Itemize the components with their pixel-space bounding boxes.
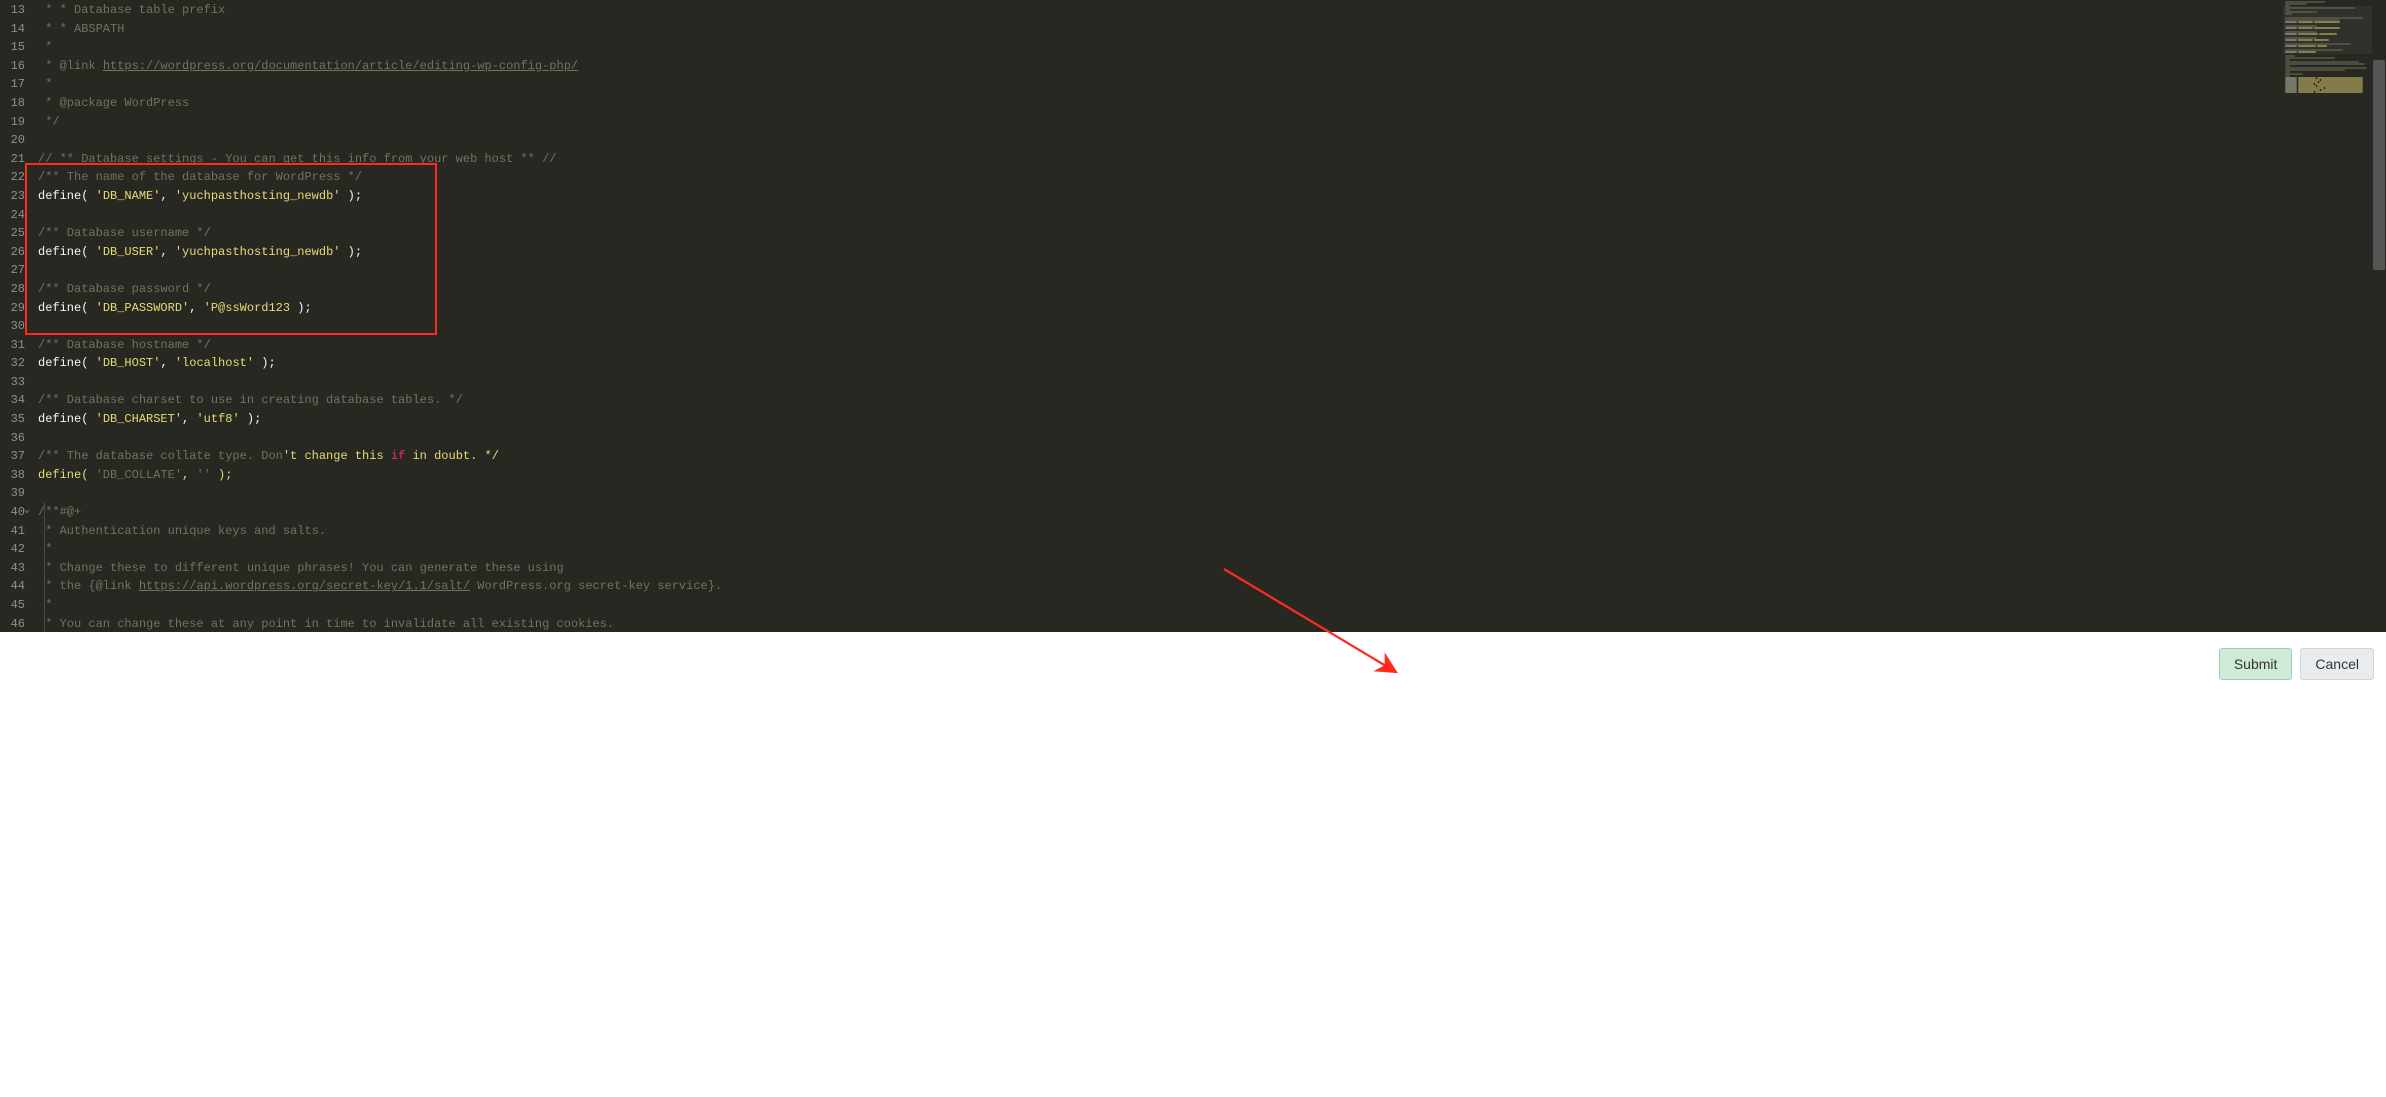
submit-button[interactable]: Submit xyxy=(2219,648,2293,680)
fold-cell xyxy=(20,19,34,38)
code-line[interactable]: define( 'DB_PASSWORD', 'P@ssWord123 ); xyxy=(38,299,2283,318)
code-line[interactable] xyxy=(38,206,2283,225)
fold-cell xyxy=(20,595,34,614)
fold-cell xyxy=(20,446,34,465)
fold-cell xyxy=(20,409,34,428)
fold-cell xyxy=(20,149,34,168)
code-line[interactable]: define( 'DB_CHARSET', 'utf8' ); xyxy=(38,410,2283,429)
fold-cell xyxy=(20,335,34,354)
fold-cell xyxy=(20,260,34,279)
footer-bar: Submit Cancel xyxy=(0,632,2386,696)
code-editor[interactable]: 1314151617181920212223242526272829303132… xyxy=(0,0,2386,632)
fold-cell xyxy=(20,205,34,224)
code-line[interactable]: // ** Database settings - You can get th… xyxy=(38,150,2283,169)
code-line[interactable]: /** The database collate type. Don't cha… xyxy=(38,447,2283,466)
fold-toggle-icon[interactable]: ⌄ xyxy=(20,502,34,521)
fold-cell xyxy=(20,130,34,149)
fold-cell xyxy=(20,279,34,298)
code-line[interactable]: * xyxy=(38,75,2283,94)
fold-cell xyxy=(20,521,34,540)
fold-cell xyxy=(20,74,34,93)
minimap[interactable] xyxy=(2283,0,2372,632)
fold-cell xyxy=(20,483,34,502)
code-line[interactable]: */ xyxy=(38,113,2283,132)
code-line[interactable] xyxy=(38,131,2283,150)
code-line[interactable]: * Authentication unique keys and salts. xyxy=(38,522,2283,541)
fold-cell xyxy=(20,223,34,242)
code-line[interactable]: * the {@link https://api.wordpress.org/s… xyxy=(38,577,2283,596)
fold-column[interactable]: ⌄ xyxy=(20,0,34,632)
code-line[interactable]: /**#@+ xyxy=(38,503,2283,522)
fold-cell xyxy=(20,167,34,186)
code-area[interactable]: * * Database table prefix * * ABSPATH * … xyxy=(38,0,2283,632)
fold-cell xyxy=(20,465,34,484)
code-line[interactable]: * Change these to different unique phras… xyxy=(38,559,2283,578)
fold-cell xyxy=(20,112,34,131)
code-line[interactable]: define( 'DB_COLLATE', '' ); xyxy=(38,466,2283,485)
fold-cell xyxy=(20,576,34,595)
code-line[interactable]: /** Database hostname */ xyxy=(38,336,2283,355)
fold-cell xyxy=(20,390,34,409)
code-line[interactable]: * * ABSPATH xyxy=(38,20,2283,39)
fold-cell xyxy=(20,186,34,205)
fold-cell xyxy=(20,353,34,372)
code-line[interactable]: /** Database username */ xyxy=(38,224,2283,243)
code-line[interactable]: define( 'DB_NAME', 'yuchpasthosting_newd… xyxy=(38,187,2283,206)
fold-cell xyxy=(20,614,34,632)
fold-cell xyxy=(20,558,34,577)
code-line[interactable] xyxy=(38,429,2283,448)
code-line[interactable]: * xyxy=(38,540,2283,559)
code-line[interactable] xyxy=(38,373,2283,392)
code-line[interactable]: /** The name of the database for WordPre… xyxy=(38,168,2283,187)
code-line[interactable]: /** Database charset to use in creating … xyxy=(38,391,2283,410)
code-line[interactable]: define( 'DB_HOST', 'localhost' ); xyxy=(38,354,2283,373)
code-line[interactable]: * @link https://wordpress.org/documentat… xyxy=(38,57,2283,76)
fold-cell xyxy=(20,298,34,317)
fold-cell xyxy=(20,56,34,75)
fold-cell xyxy=(20,242,34,261)
code-line[interactable]: * * Database table prefix xyxy=(38,1,2283,20)
code-line[interactable] xyxy=(38,317,2283,336)
code-line[interactable]: define( 'DB_USER', 'yuchpasthosting_newd… xyxy=(38,243,2283,262)
code-line[interactable] xyxy=(38,261,2283,280)
code-line[interactable]: * xyxy=(38,38,2283,57)
code-line[interactable]: * You can change these at any point in t… xyxy=(38,615,2283,632)
cancel-button[interactable]: Cancel xyxy=(2300,648,2374,680)
fold-cell xyxy=(20,93,34,112)
fold-cell xyxy=(20,539,34,558)
code-line[interactable] xyxy=(38,484,2283,503)
fold-cell xyxy=(20,37,34,56)
code-line[interactable]: * @package WordPress xyxy=(38,94,2283,113)
fold-cell xyxy=(20,316,34,335)
fold-cell xyxy=(20,428,34,447)
code-line[interactable]: * xyxy=(38,596,2283,615)
scrollbar-thumb[interactable] xyxy=(2373,60,2385,270)
vertical-scrollbar[interactable] xyxy=(2372,0,2386,632)
code-line[interactable]: /** Database password */ xyxy=(38,280,2283,299)
fold-cell xyxy=(20,372,34,391)
fold-cell xyxy=(20,0,34,19)
